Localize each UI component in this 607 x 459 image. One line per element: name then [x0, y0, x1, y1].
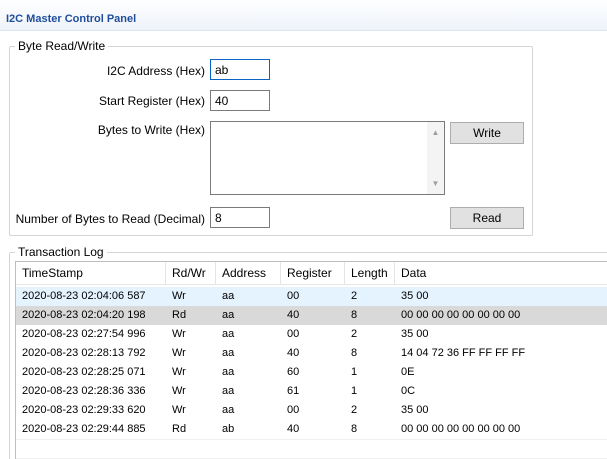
cell-rd-wr: Wr [172, 328, 186, 340]
cell-address: aa [222, 366, 235, 378]
cell-data: 14 04 72 36 FF FF FF FF [401, 347, 526, 359]
cell-register: 40 [287, 423, 300, 435]
cell-length: 8 [351, 309, 358, 321]
byte-read-write-legend: Byte Read/Write [15, 39, 109, 53]
column-register[interactable]: Register [281, 262, 345, 285]
cell-address: aa [222, 309, 235, 321]
column-rd-wr[interactable]: Rd/Wr [166, 262, 216, 285]
cell-rd-wr: Wr [172, 404, 186, 416]
cell-address: aa [222, 290, 235, 302]
table-row[interactable]: 2020-08-23 02:04:06 587 Wr aa 00 2 35 00 [16, 287, 607, 306]
cell-timestamp: 2020-08-23 02:04:20 198 [22, 309, 146, 321]
cell-rd-wr: Wr [172, 347, 186, 359]
cell-register: 40 [287, 347, 300, 359]
cell-data: 0E [401, 366, 415, 378]
i2c-address-label: I2C Address (Hex) [106, 64, 205, 78]
cell-address: aa [222, 347, 235, 359]
table-row[interactable]: 2020-08-23 02:28:25 071 Wr aa 60 1 0E [16, 363, 607, 382]
table-row[interactable]: 2020-08-23 02:29:44 885 Rd ab 40 8 00 00 00 0… [16, 420, 607, 439]
cell-timestamp: 2020-08-23 02:28:13 792 [22, 347, 146, 359]
cell-data: 35 00 [401, 404, 429, 416]
start-register-input[interactable] [210, 90, 270, 111]
cell-register: 00 [287, 404, 300, 416]
cell-address: aa [222, 385, 235, 397]
cell-rd-wr: Wr [172, 385, 186, 397]
cell-timestamp: 2020-08-23 02:27:54 996 [22, 328, 146, 340]
cell-register: 61 [287, 385, 300, 397]
cell-register: 60 [287, 366, 300, 378]
chevron-down-icon[interactable]: ▼ [427, 175, 444, 192]
cell-length: 8 [351, 347, 358, 359]
table-row[interactable]: 2020-08-23 02:28:36 336 Wr aa 61 1 0C [16, 382, 607, 401]
cell-rd-wr: Wr [172, 290, 186, 302]
cell-length: 8 [351, 423, 358, 435]
column-timestamp[interactable]: TimeStamp [16, 262, 166, 285]
cell-data: 00 00 00 00 00 00 00 00 [401, 309, 521, 321]
cell-length: 1 [351, 385, 358, 397]
cell-timestamp: 2020-08-23 02:28:25 071 [22, 366, 146, 378]
i2c-address-input[interactable] [210, 59, 270, 80]
cell-data: 35 00 [401, 328, 429, 340]
cell-timestamp: 2020-08-23 02:04:06 587 [22, 290, 146, 302]
write-button[interactable]: Write [450, 122, 524, 144]
cell-register: 40 [287, 309, 300, 321]
cell-length: 2 [351, 290, 358, 302]
cell-rd-wr: Rd [172, 423, 187, 435]
column-length[interactable]: Length [345, 262, 395, 285]
cell-register: 00 [287, 290, 300, 302]
read-button[interactable]: Read [450, 207, 524, 229]
bytes-to-read-label: Number of Bytes to Read (Decimal) [15, 212, 205, 226]
bytes-to-read-input[interactable] [210, 207, 270, 228]
cell-data: 35 00 [401, 290, 429, 302]
cell-register: 00 [287, 328, 300, 340]
cell-timestamp: 2020-08-23 02:29:33 620 [22, 404, 146, 416]
cell-address: aa [222, 328, 235, 340]
table-header: TimeStamp Rd/Wr Address Register Length … [16, 262, 607, 285]
cell-timestamp: 2020-08-23 02:28:36 336 [22, 385, 146, 397]
cell-data: 00 00 00 00 00 00 00 00 [401, 423, 521, 435]
column-address[interactable]: Address [216, 262, 281, 285]
transaction-log-table[interactable]: TimeStamp Rd/Wr Address Register Length … [15, 261, 607, 459]
cell-length: 1 [351, 366, 358, 378]
cell-address: ab [222, 423, 235, 435]
cell-rd-wr: Wr [172, 366, 186, 378]
textarea-scrollbar[interactable]: ▲ ▼ [427, 122, 444, 194]
cell-timestamp: 2020-08-23 02:29:44 885 [22, 423, 146, 435]
cell-rd-wr: Rd [172, 309, 187, 321]
bytes-to-write-textarea[interactable]: ▲ ▼ [210, 121, 445, 195]
table-row[interactable]: 2020-08-23 02:04:20 198 Rd aa 40 8 00 00 00 0… [16, 306, 607, 325]
chevron-up-icon[interactable]: ▲ [427, 124, 444, 141]
empty-row [16, 439, 607, 458]
bytes-to-write-label: Bytes to Write (Hex) [97, 123, 205, 137]
transaction-log-legend: Transaction Log [15, 245, 107, 259]
table-row[interactable]: 2020-08-23 02:29:33 620 Wr aa 00 2 35 00 [16, 401, 607, 420]
cell-length: 2 [351, 404, 358, 416]
cell-data: 0C [401, 385, 416, 397]
cell-length: 2 [351, 328, 358, 340]
panel-header: I2C Master Control Panel [0, 0, 607, 31]
cell-address: aa [222, 404, 235, 416]
start-register-label: Start Register (Hex) [98, 94, 205, 108]
table-row[interactable]: 2020-08-23 02:27:54 996 Wr aa 00 2 35 00 [16, 325, 607, 344]
panel-title: I2C Master Control Panel [6, 13, 137, 25]
table-row[interactable]: 2020-08-23 02:28:13 792 Wr aa 40 8 14 04 72 3… [16, 344, 607, 363]
column-data[interactable]: Data [395, 262, 607, 285]
